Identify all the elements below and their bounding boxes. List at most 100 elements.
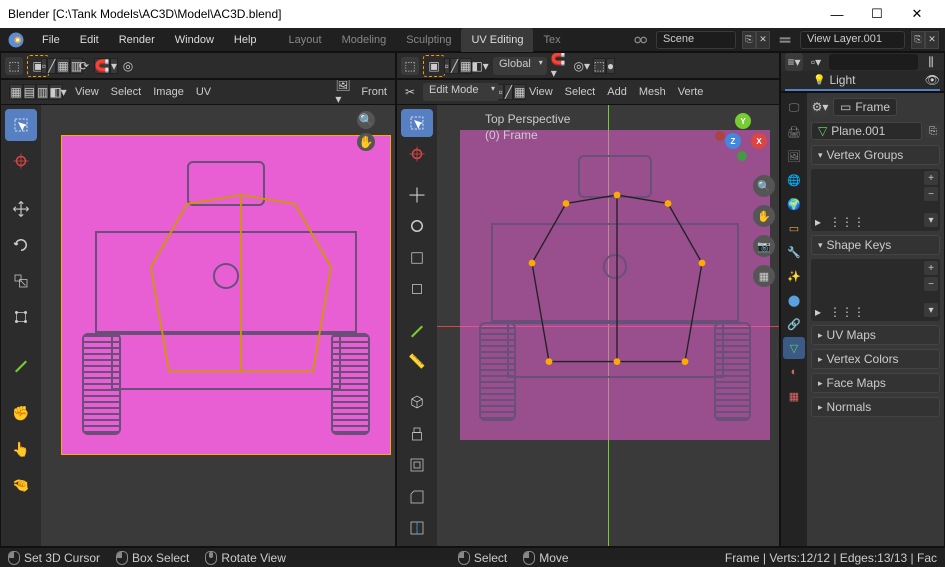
window-maximize-button[interactable]: ☐ (857, 0, 897, 28)
tool-pinch[interactable]: 🤏 (5, 469, 37, 501)
prop-tab-scene[interactable]: 🌐 (783, 169, 805, 191)
prop-tab-object[interactable]: ▭ (783, 217, 805, 239)
mesh-datablock-input[interactable]: ▽Plane.001 (811, 122, 922, 140)
uv-zoom-icon[interactable]: 🔍 (357, 111, 375, 129)
breadcrumb-object[interactable]: ▭Frame (833, 98, 897, 116)
uv-canvas[interactable]: 🔍 ✋ (41, 105, 395, 546)
prop-tab-material[interactable]: ◐ (783, 361, 805, 383)
view3d-menu-view[interactable]: View (525, 86, 557, 98)
prop-tab-texture[interactable]: ▦ (783, 385, 805, 407)
tool-transform[interactable] (5, 301, 37, 333)
tool-tweak-select[interactable] (5, 109, 37, 141)
scene-browse-icon[interactable] (632, 31, 650, 49)
visibility-eye-icon[interactable]: 👁 (925, 73, 940, 87)
ortho-toggle-icon[interactable]: ▦ (753, 265, 775, 287)
scene-delete-button[interactable]: ✕ (756, 31, 770, 49)
vg-remove-button[interactable]: − (924, 187, 938, 201)
panel-vertex-colors[interactable]: Vertex Colors (811, 349, 940, 369)
v3d-tool-bevel[interactable] (401, 483, 433, 511)
sk-menu-button[interactable]: ▾ (924, 303, 938, 317)
v3d-tool-inset[interactable] (401, 451, 433, 479)
uv-menu-view[interactable]: View (71, 86, 103, 98)
tool-grab[interactable]: ✊ (5, 397, 37, 429)
axis-gizmo[interactable]: Y Z X (715, 113, 771, 169)
camera-view-icon[interactable]: 📷 (753, 235, 775, 257)
sk-add-button[interactable]: + (924, 261, 938, 275)
tool-move[interactable] (5, 193, 37, 225)
uv-image-name[interactable]: Front (357, 86, 391, 98)
view3d-menu-mesh[interactable]: Mesh (635, 86, 670, 98)
viewport-widget-icon[interactable]: ◧▾ (471, 57, 489, 75)
uv-image-browse-icon[interactable]: 🖼▾ (335, 83, 353, 101)
uv-menu-select[interactable]: Select (107, 86, 146, 98)
shading-solid-icon[interactable]: ● (606, 58, 615, 74)
prop-tab-constraints[interactable]: 🔗 (783, 313, 805, 335)
panel-vertex-groups[interactable]: Vertex Groups (811, 145, 940, 165)
mode-icon[interactable]: ✂ (401, 83, 419, 101)
menu-render[interactable]: Render (109, 28, 165, 52)
scene-new-button[interactable]: ⎘ (742, 31, 756, 49)
v3d-tool-extrude[interactable] (401, 420, 433, 448)
pan-icon[interactable]: ✋ (753, 205, 775, 227)
panel-shape-keys[interactable]: Shape Keys (811, 235, 940, 255)
menu-window[interactable]: Window (165, 28, 224, 52)
vertex-groups-list[interactable]: +−▾ ▸⋮⋮⋮ (811, 169, 940, 231)
mesh-mode-edge-icon[interactable]: ╱ (450, 58, 459, 74)
window-close-button[interactable]: ✕ (897, 0, 937, 28)
prop-tab-particles[interactable]: ✨ (783, 265, 805, 287)
tab-uv-editing[interactable]: UV Editing (461, 28, 533, 52)
menu-file[interactable]: File (32, 28, 70, 52)
tool-relax[interactable]: 👆 (5, 433, 37, 465)
menu-help[interactable]: Help (224, 28, 267, 52)
editor-type-3d-icon[interactable]: ⬚ (401, 57, 419, 75)
tool-rotate[interactable] (5, 229, 37, 261)
vg-menu-button[interactable]: ▾ (924, 213, 938, 227)
v3d-tool-loopcut[interactable] (401, 514, 433, 542)
mode-dropdown[interactable]: Edit Mode (423, 83, 499, 101)
sk-remove-button[interactable]: − (924, 277, 938, 291)
tab-texture-paint[interactable]: Tex (533, 28, 570, 52)
v3d-tool-cursor[interactable] (401, 141, 433, 169)
outliner-display-icon[interactable]: ▫▾ (807, 53, 825, 71)
uv-sync-icon[interactable]: ⟳ (75, 57, 93, 75)
tab-modeling[interactable]: Modeling (332, 28, 397, 52)
uv-snap-drop-icon[interactable]: ▾ (110, 58, 118, 74)
outliner-row-light[interactable]: 💡 Light 👁 (785, 71, 940, 89)
view3d-menu-add[interactable]: Add (603, 86, 631, 98)
prop-tab-modifiers[interactable]: 🔧 (783, 241, 805, 263)
panel-uv-maps[interactable]: UV Maps (811, 325, 940, 345)
uv-overlays-icon[interactable]: ◧▾ (49, 83, 67, 101)
uv-proportional-icon[interactable]: ◎ (119, 57, 137, 75)
select-mode-box-icon[interactable]: ▣ (423, 55, 445, 77)
viewport-canvas[interactable]: Top Perspective (0) Frame Y Z X 🔍 ✋ 📷 ▦ (437, 105, 779, 546)
viewlayer-new-button[interactable]: ⎘ (911, 31, 925, 49)
shape-keys-list[interactable]: +−▾ ▸⋮⋮⋮ (811, 259, 940, 321)
v3d-tool-annotate[interactable] (401, 316, 433, 344)
viewlayer-browse-icon[interactable] (776, 31, 794, 49)
prop-type-icon[interactable]: ⚙▾ (811, 98, 829, 116)
prop-tab-world[interactable]: 🌍 (783, 193, 805, 215)
outliner-search-input[interactable] (829, 54, 918, 70)
tool-annotate[interactable] (5, 349, 37, 381)
uv-disp-3-icon[interactable]: ▥ (36, 84, 49, 100)
v3d-tool-add-cube[interactable] (401, 388, 433, 416)
uv-pan-icon[interactable]: ✋ (357, 133, 375, 151)
orientation-dropdown[interactable]: Global (493, 57, 547, 75)
v3d-tool-transform[interactable] (401, 276, 433, 304)
uv-mode-face-icon[interactable]: ▦ (56, 58, 69, 74)
uv-menu-uv[interactable]: UV (192, 86, 215, 98)
viewlayer-name-input[interactable]: View Layer.001 (800, 31, 905, 49)
uv-mode-edge-icon[interactable]: ╱ (47, 58, 56, 74)
mesh-mode2-edge-icon[interactable]: ╱ (504, 84, 513, 100)
snap-icon[interactable]: 🧲▾ (551, 57, 569, 75)
uv-disp-2-icon[interactable]: ▤ (23, 84, 36, 100)
prop-tab-viewlayer[interactable]: 🖼 (783, 145, 805, 167)
view3d-menu-select[interactable]: Select (561, 86, 600, 98)
editor-type-icon[interactable]: ⬚ (5, 57, 23, 75)
prop-tab-render[interactable]: 🖵 (783, 97, 805, 119)
v3d-tool-select[interactable] (401, 109, 433, 137)
v3d-tool-scale[interactable] (401, 244, 433, 272)
outliner-type-icon[interactable]: ≡▾ (785, 53, 803, 71)
tool-cursor[interactable] (5, 145, 37, 177)
shading-wire-icon[interactable]: ⬚ (593, 58, 606, 74)
